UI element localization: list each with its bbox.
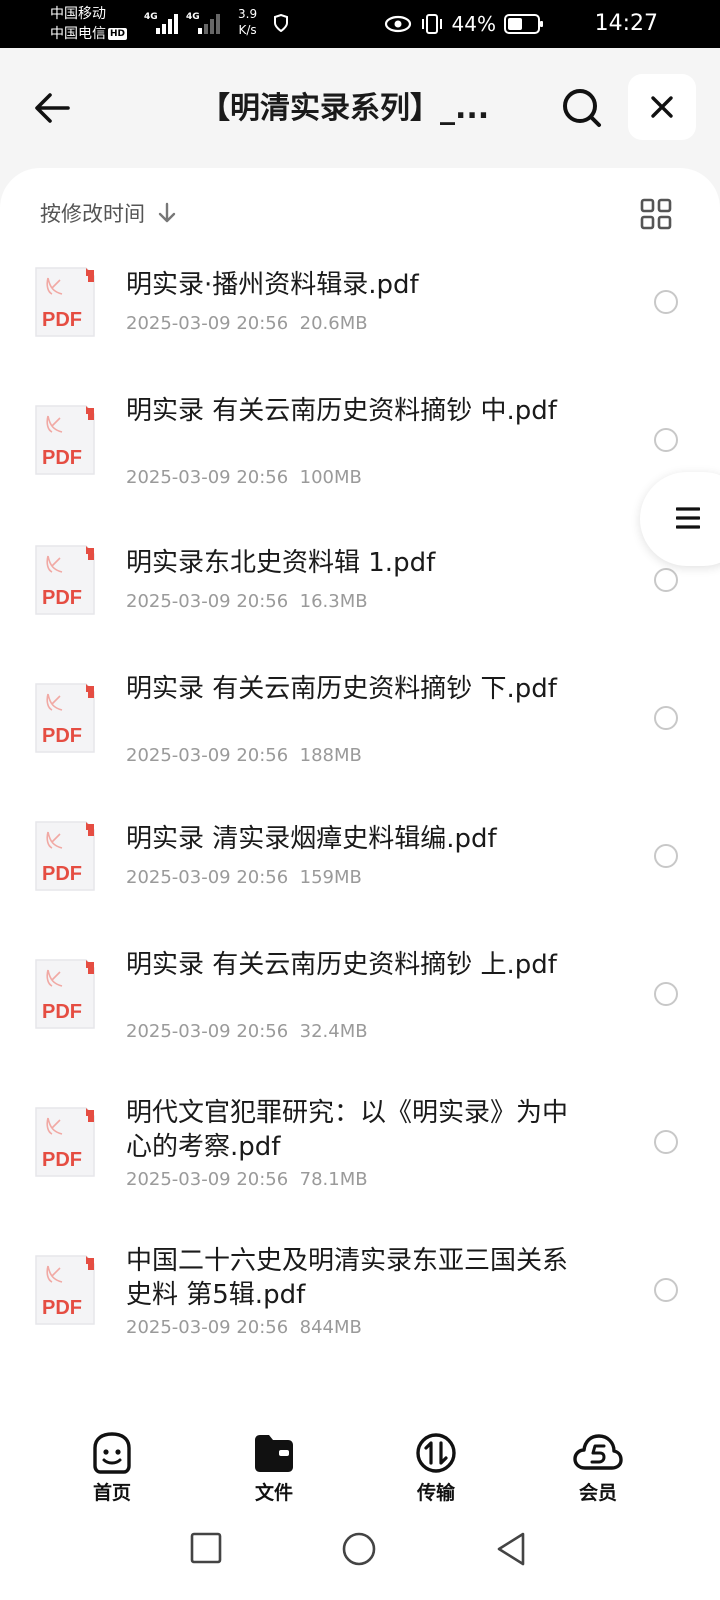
pdf-file-icon: PDF bbox=[34, 1106, 96, 1178]
file-name: 明实录东北史资料辑 1.pdf bbox=[126, 548, 436, 578]
file-meta: 2025-03-09 20:56 32.4MB bbox=[126, 1020, 368, 1044]
file-date: 2025-03-09 20:56 bbox=[126, 313, 289, 334]
network-speed: 3.9 K/s bbox=[238, 7, 258, 37]
pdf-file-icon: PDF bbox=[34, 544, 96, 616]
system-nav-bar bbox=[0, 1506, 720, 1600]
nav-home[interactable]: 首页 bbox=[62, 1432, 162, 1505]
select-radio[interactable] bbox=[654, 1278, 678, 1302]
file-size: 100MB bbox=[299, 467, 362, 488]
nav-home-label: 首页 bbox=[92, 1482, 131, 1504]
pdf-file-icon: PDF bbox=[34, 266, 96, 338]
select-radio[interactable] bbox=[654, 568, 678, 592]
file-date: 2025-03-09 20:56 bbox=[126, 867, 289, 888]
close-button[interactable] bbox=[628, 74, 696, 140]
file-meta: 2025-03-09 20:56 844MB bbox=[126, 1316, 362, 1340]
file-size: 32.4MB bbox=[299, 1021, 368, 1042]
pdf-label-text: PDF bbox=[42, 863, 82, 885]
pdf-file-icon: PDF bbox=[34, 958, 96, 1030]
file-meta: 2025-03-09 20:56 100MB bbox=[126, 466, 362, 490]
nav-transfer[interactable]: 传输 bbox=[386, 1432, 486, 1505]
grid-view-icon[interactable] bbox=[640, 198, 672, 230]
file-name: 中国二十六史及明清实录东亚三国关系史料 第5辑.pdf bbox=[126, 1246, 569, 1310]
file-size: 78.1MB bbox=[299, 1169, 368, 1190]
file-size: 16.3MB bbox=[299, 591, 368, 612]
select-radio[interactable] bbox=[654, 706, 678, 730]
battery-icon bbox=[504, 14, 543, 34]
file-meta: 2025-03-09 20:56 159MB bbox=[126, 866, 362, 890]
folder-icon bbox=[255, 1435, 293, 1472]
pdf-label-text: PDF bbox=[42, 725, 82, 747]
carrier-info: 中国移动 中国电信 HD bbox=[50, 4, 128, 44]
clock: 14:27 bbox=[594, 11, 658, 36]
file-name: 明实录 有关云南历史资料摘钞 上.pdf bbox=[126, 950, 557, 980]
file-panel: 按修改时间 PDF 明实录·播州资料辑录.pdf 2025-03-09 20:56… bbox=[0, 168, 720, 1408]
file-meta: 2025-03-09 20:56 16.3MB bbox=[126, 590, 368, 614]
file-meta: 2025-03-09 20:56 78.1MB bbox=[126, 1168, 368, 1192]
hotspot-icon bbox=[274, 14, 288, 32]
menu-icon bbox=[676, 507, 700, 529]
file-date: 2025-03-09 20:56 bbox=[126, 745, 289, 766]
pdf-file-icon: PDF bbox=[34, 682, 96, 754]
select-radio[interactable] bbox=[654, 290, 678, 314]
file-size: 844MB bbox=[299, 1317, 362, 1338]
carrier-2: 中国电信 bbox=[50, 26, 106, 42]
file-size: 188MB bbox=[299, 745, 362, 766]
pdf-label-text: PDF bbox=[42, 587, 82, 609]
sort-label: 按修改时间 bbox=[40, 202, 145, 226]
page-title: 【明清实录系列】_... bbox=[200, 91, 490, 126]
file-name: 明代文官犯罪研究：以《明实录》为中心的考察.pdf bbox=[126, 1098, 569, 1162]
file-size: 20.6MB bbox=[299, 313, 368, 334]
status-icons: 44% bbox=[384, 10, 544, 38]
eye-icon bbox=[384, 15, 411, 33]
file-date: 2025-03-09 20:56 bbox=[126, 1021, 289, 1042]
pdf-label-text: PDF bbox=[42, 447, 82, 469]
file-date: 2025-03-09 20:56 bbox=[126, 1317, 289, 1338]
close-icon bbox=[651, 96, 673, 118]
file-date: 2025-03-09 20:56 bbox=[126, 591, 289, 612]
select-radio[interactable] bbox=[654, 982, 678, 1006]
nav-transfer-label: 传输 bbox=[416, 1482, 455, 1504]
select-radio[interactable] bbox=[654, 428, 678, 452]
select-radio[interactable] bbox=[654, 844, 678, 868]
file-date: 2025-03-09 20:56 bbox=[126, 467, 289, 488]
cloud-vip-icon bbox=[573, 1434, 623, 1470]
home-circle-icon[interactable] bbox=[342, 1532, 376, 1566]
bottom-nav: 首页 文件 传输 会员 bbox=[0, 1408, 720, 1506]
search-icon[interactable] bbox=[558, 84, 606, 132]
battery-percent: 44% bbox=[451, 12, 496, 36]
file-name: 明实录 清实录烟瘴史料辑编.pdf bbox=[126, 824, 497, 854]
file-meta: 2025-03-09 20:56 20.6MB bbox=[126, 312, 368, 336]
transfer-icon bbox=[416, 1433, 456, 1473]
hd-badge: HD bbox=[108, 28, 128, 40]
pdf-label-text: PDF bbox=[42, 1001, 82, 1023]
nav-vip-label: 会员 bbox=[578, 1482, 617, 1504]
nav-files-label: 文件 bbox=[254, 1482, 293, 1504]
status-bar: 中国移动 中国电信 HD 4G 4G 3.9 K/s 44% 14:27 bbox=[0, 0, 720, 48]
header: 【明清实录系列】_... bbox=[0, 48, 720, 168]
carrier-1: 中国移动 bbox=[50, 6, 106, 22]
arrow-down-icon bbox=[158, 202, 176, 223]
recent-apps-icon[interactable] bbox=[190, 1532, 222, 1564]
select-radio[interactable] bbox=[654, 1130, 678, 1154]
file-size: 159MB bbox=[299, 867, 362, 888]
pdf-file-icon: PDF bbox=[34, 820, 96, 892]
file-name: 明实录 有关云南历史资料摘钞 下.pdf bbox=[126, 674, 557, 704]
file-meta: 2025-03-09 20:56 188MB bbox=[126, 744, 362, 768]
sort-control[interactable]: 按修改时间 bbox=[40, 198, 177, 228]
pdf-label-text: PDF bbox=[42, 1149, 82, 1171]
vibrate-icon bbox=[421, 14, 442, 34]
file-name: 明实录 有关云南历史资料摘钞 中.pdf bbox=[126, 396, 557, 426]
back-arrow-icon[interactable] bbox=[30, 86, 74, 130]
pdf-label-text: PDF bbox=[42, 309, 82, 331]
pdf-file-icon: PDF bbox=[34, 1254, 96, 1326]
nav-vip[interactable]: 会员 bbox=[548, 1432, 648, 1505]
nav-files[interactable]: 文件 bbox=[224, 1432, 324, 1505]
file-date: 2025-03-09 20:56 bbox=[126, 1169, 289, 1190]
pdf-label-text: PDF bbox=[42, 1297, 82, 1319]
file-name: 明实录·播州资料辑录.pdf bbox=[126, 270, 419, 300]
back-triangle-icon[interactable] bbox=[496, 1532, 526, 1566]
smile-icon bbox=[93, 1432, 131, 1474]
pdf-file-icon: PDF bbox=[34, 404, 96, 476]
